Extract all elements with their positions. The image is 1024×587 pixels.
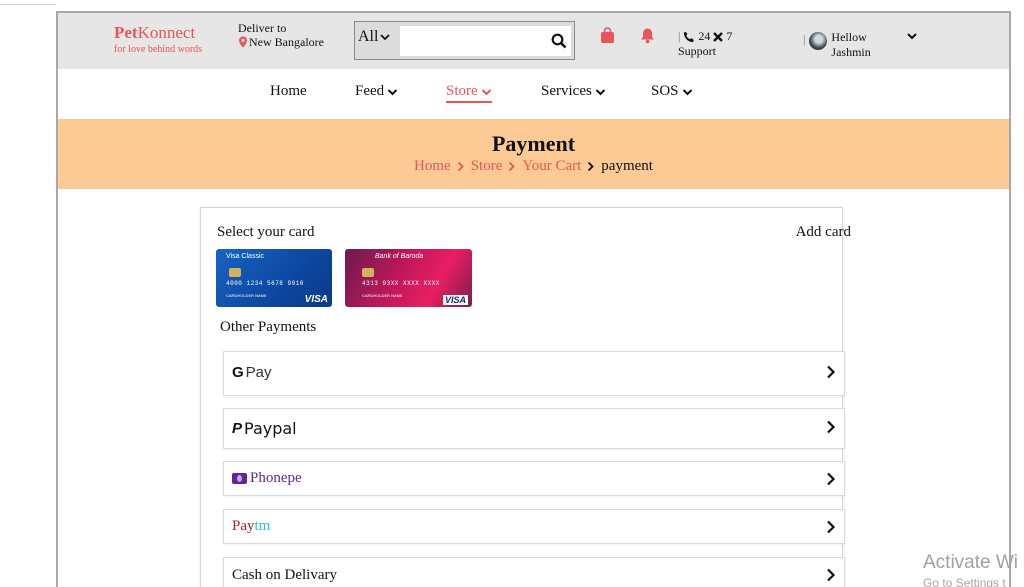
nav-store-label: Store bbox=[446, 83, 478, 99]
support-hours: 24 bbox=[698, 29, 711, 43]
chevron-right-icon bbox=[827, 568, 836, 582]
search-button[interactable] bbox=[547, 26, 571, 56]
page-title: Payment bbox=[491, 131, 576, 156]
times-icon bbox=[713, 31, 724, 42]
activate-windows-subtext: Go to Settings t bbox=[923, 576, 1006, 587]
chevron-right-icon bbox=[588, 161, 595, 172]
chevron-right-icon bbox=[457, 161, 464, 172]
chevron-right-icon bbox=[827, 420, 836, 434]
user-greeting: Hellow bbox=[831, 30, 867, 44]
nav-services-label: Services bbox=[541, 83, 592, 99]
saved-card-visa-classic[interactable]: Visa Classic 4000 1234 5678 9010 CARDHOL… bbox=[216, 249, 332, 307]
paytm-logo-tm: tm bbox=[254, 518, 271, 534]
chevron-down-icon bbox=[481, 88, 491, 95]
page-top-line bbox=[0, 4, 56, 5]
brand-name: PetKonnect bbox=[114, 23, 202, 43]
phone-icon bbox=[684, 31, 695, 42]
shopping-bag-icon bbox=[600, 26, 614, 43]
activate-windows-watermark: Activate Wi bbox=[923, 552, 1019, 573]
payment-option-phonepe[interactable]: Phonepe bbox=[223, 461, 845, 496]
search-input[interactable] bbox=[400, 26, 547, 56]
top-header: PetKonnect for love behind words Deliver… bbox=[58, 13, 1009, 69]
card-title: Visa Classic bbox=[226, 253, 264, 260]
chevron-down-icon bbox=[380, 34, 391, 41]
payment-option-label: Cash on Delivary bbox=[232, 567, 337, 583]
payment-option-label: Pay bbox=[245, 364, 272, 381]
phonepe-icon bbox=[232, 473, 247, 484]
search-category-label: All bbox=[358, 28, 379, 45]
payment-option-label: Phonepe bbox=[250, 470, 302, 486]
search-icon bbox=[551, 33, 567, 49]
divider: | bbox=[803, 32, 806, 46]
add-card-button[interactable]: Add card bbox=[796, 224, 851, 241]
payment-option-label: Paypal bbox=[244, 419, 297, 438]
chevron-right-icon bbox=[509, 161, 516, 172]
payment-option-paypal[interactable]: P Paypal bbox=[223, 408, 845, 449]
bell-icon bbox=[640, 28, 654, 43]
other-payments-label: Other Payments bbox=[220, 319, 317, 335]
visa-logo: VISA bbox=[304, 294, 328, 305]
nav-sos[interactable]: SOS bbox=[651, 83, 693, 100]
chevron-right-icon bbox=[827, 365, 836, 379]
brand-tagline: for love behind words bbox=[114, 44, 203, 55]
nav-store[interactable]: Store bbox=[446, 83, 492, 103]
chevron-down-icon bbox=[595, 88, 606, 95]
nav-home[interactable]: Home bbox=[270, 83, 307, 100]
paypal-icon: P bbox=[232, 420, 243, 437]
map-pin-icon bbox=[239, 36, 247, 48]
chevron-down-icon[interactable] bbox=[906, 31, 918, 41]
chevron-down-icon bbox=[682, 88, 692, 95]
support-label: Support bbox=[678, 44, 717, 58]
saved-card-bank-of-baroda[interactable]: Bank of Baroda 4313 93XX XXXX XXXX CARDH… bbox=[345, 249, 472, 307]
nav-home-label: Home bbox=[270, 83, 307, 99]
divider: | bbox=[678, 29, 681, 43]
paytm-logo-pay: Pay bbox=[232, 518, 255, 534]
card-chip-icon bbox=[229, 268, 241, 277]
brand-pet: Pet bbox=[114, 23, 138, 42]
payment-option-cod[interactable]: Cash on Delivary bbox=[223, 557, 845, 587]
user-name: Jashmin bbox=[831, 45, 871, 59]
nav-feed[interactable]: Feed bbox=[355, 83, 398, 100]
brand-logo[interactable]: PetKonnect for love behind words bbox=[114, 23, 202, 55]
deliver-to[interactable]: Deliver to New Bangalore bbox=[238, 21, 324, 49]
nav-sos-label: SOS bbox=[651, 83, 679, 99]
card-holder: CARDHOLDER NAME bbox=[226, 293, 267, 298]
notifications-button[interactable] bbox=[638, 25, 656, 45]
breadcrumb-current: payment bbox=[601, 158, 653, 174]
search-bar: All bbox=[354, 21, 575, 60]
breadcrumb-store[interactable]: Store bbox=[471, 158, 503, 175]
card-title: Bank of Baroda bbox=[375, 253, 424, 260]
support-info[interactable]: | 24 7 Support bbox=[678, 29, 732, 59]
select-card-label: Select your card bbox=[217, 224, 315, 240]
brand-konnect: Konnect bbox=[137, 23, 196, 42]
card-number: 4000 1234 5678 9010 bbox=[226, 280, 304, 287]
breadcrumb-cart[interactable]: Your Cart bbox=[522, 158, 581, 175]
breadcrumb-home[interactable]: Home bbox=[414, 158, 451, 175]
card-number: 4313 93XX XXXX XXXX bbox=[362, 280, 440, 287]
search-category-select[interactable]: All bbox=[358, 28, 391, 46]
app-frame: PetKonnect for love behind words Deliver… bbox=[56, 11, 1011, 587]
cart-button[interactable] bbox=[598, 25, 616, 45]
google-g-icon: G bbox=[232, 364, 244, 381]
main-nav: Home Feed Store Services SOS bbox=[58, 69, 1009, 119]
payment-option-paytm[interactable]: Pay tm bbox=[223, 509, 845, 544]
deliver-label: Deliver to bbox=[238, 21, 287, 35]
chevron-right-icon bbox=[827, 472, 836, 486]
page-banner: Payment Home Store Your Cart payment bbox=[58, 119, 1009, 189]
nav-services[interactable]: Services bbox=[541, 83, 606, 100]
card-chip-icon bbox=[362, 268, 374, 277]
support-days: 7 bbox=[726, 29, 733, 43]
deliver-location: New Bangalore bbox=[249, 35, 324, 49]
card-holder: CARDHOLDER NAME bbox=[362, 293, 403, 298]
nav-feed-label: Feed bbox=[355, 83, 385, 99]
chevron-down-icon bbox=[387, 88, 398, 95]
user-menu[interactable]: | Hellow Jashmin bbox=[803, 30, 871, 60]
breadcrumb: Home Store Your Cart payment bbox=[414, 158, 653, 175]
visa-logo: VISA bbox=[442, 295, 468, 305]
chevron-right-icon bbox=[827, 520, 836, 534]
payment-option-gpay[interactable]: G Pay bbox=[223, 351, 845, 396]
avatar bbox=[809, 32, 828, 50]
payment-panel: Select your card Add card Visa Classic 4… bbox=[201, 208, 851, 587]
